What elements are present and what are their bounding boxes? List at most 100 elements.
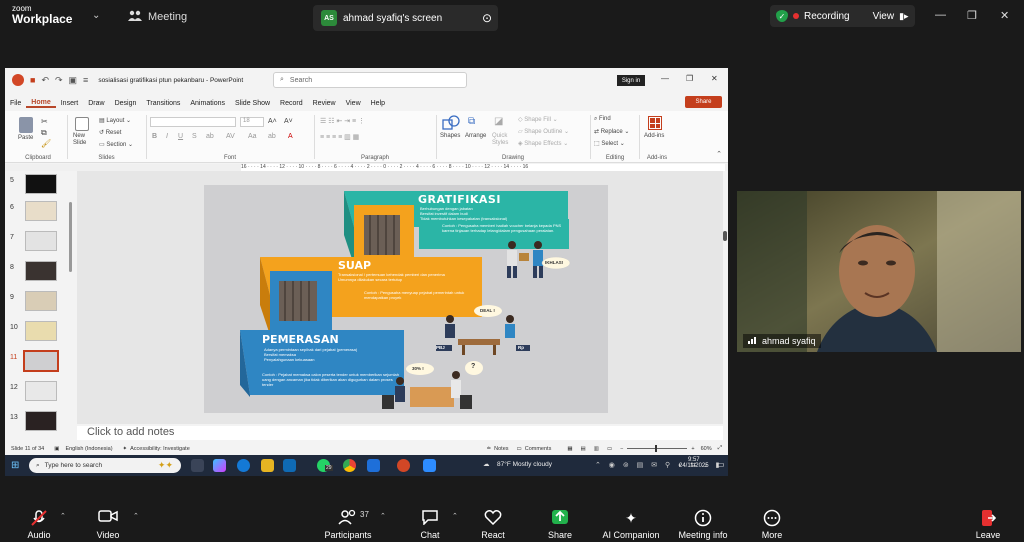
slide-thumbnail[interactable]	[25, 291, 57, 311]
participants-options-icon[interactable]: ⌃	[380, 512, 386, 520]
tab-design[interactable]: Design	[110, 100, 142, 107]
slide-infographic[interactable]: GRATIFIKASI Berhubungan dengan jabatan B…	[204, 185, 608, 413]
sign-in-button[interactable]: Sign in	[617, 75, 645, 86]
taskbar-search[interactable]: ⌕ Type here to search ✦✦	[29, 458, 181, 473]
replace-button[interactable]: ⇄ Replace ⌄	[594, 128, 629, 135]
restore-icon[interactable]: ❐	[686, 74, 693, 83]
reading-view-icon[interactable]: ▥	[594, 446, 599, 452]
minimize-icon[interactable]: —	[661, 74, 669, 83]
tab-slide-show[interactable]: Slide Show	[230, 100, 275, 107]
thumbnail-scrollbar[interactable]	[69, 202, 72, 272]
word-icon[interactable]	[367, 459, 380, 472]
language-status[interactable]: English (Indonesia)	[65, 446, 112, 452]
zoom-slider[interactable]	[627, 445, 688, 452]
highlight-icon[interactable]: ab	[268, 133, 276, 140]
layout-button[interactable]: ▤ Layout ⌄	[99, 117, 131, 124]
close-icon[interactable]: ✕	[1000, 9, 1009, 22]
select-button[interactable]: ⬚ Select ⌄	[594, 140, 625, 147]
fit-slide-icon[interactable]: ⤢	[718, 445, 722, 452]
addins-icon[interactable]	[648, 116, 662, 130]
scroll-thumb[interactable]	[723, 231, 727, 241]
save-icon[interactable]: ■	[30, 75, 35, 85]
shapes-icon[interactable]	[442, 115, 460, 133]
paste-icon[interactable]	[19, 117, 33, 133]
new-slide-label[interactable]: New Slide	[73, 133, 95, 147]
more-options-icon[interactable]: ⊙	[482, 11, 492, 25]
participant-video[interactable]: ahmad syafiq	[737, 191, 1021, 352]
reset-button[interactable]: ↺ Reset	[99, 129, 121, 136]
align-icons[interactable]: ≡ ≡ ≡ ≡ ▥ ▦	[320, 133, 359, 141]
shape-fill-button[interactable]: ◇ Shape Fill ⌄	[518, 116, 558, 123]
sorter-view-icon[interactable]: ▤	[581, 446, 586, 452]
bullets-icon[interactable]: ☰ ☷ ⇤ ⇥ ≡ ⋮	[320, 117, 365, 125]
minimize-icon[interactable]: —	[935, 9, 946, 21]
shapes-label[interactable]: Shapes	[440, 133, 460, 139]
font-size-field[interactable]: 18	[240, 117, 264, 127]
file-explorer-icon[interactable]	[261, 459, 274, 472]
view-button[interactable]: View	[873, 11, 895, 22]
taskbar-clock[interactable]: 9:57 24/11/2025	[679, 457, 709, 469]
strike-icon[interactable]: ab	[206, 133, 214, 140]
shrink-font-icon[interactable]: A˅	[284, 118, 293, 125]
tab-transitions[interactable]: Transitions	[141, 100, 185, 107]
audio-options-icon[interactable]: ⌃	[60, 512, 66, 520]
chevron-down-icon[interactable]: ⌄	[92, 10, 100, 21]
participants-button[interactable]: Participants	[313, 509, 383, 540]
new-slide-icon[interactable]	[75, 117, 89, 131]
video-options-icon[interactable]: ⌃	[133, 512, 139, 520]
notes-pane[interactable]: Click to add notes	[77, 426, 723, 440]
slide-thumbnail[interactable]	[25, 321, 57, 341]
task-view-icon[interactable]	[191, 459, 204, 472]
grow-font-icon[interactable]: A˄	[268, 118, 277, 125]
spellcheck-icon[interactable]: ▣	[54, 446, 59, 452]
addins-button-label[interactable]: Add-ins	[644, 133, 664, 139]
screen-share-tab[interactable]: AS ahmad syafiq's screen ⊙	[313, 5, 498, 31]
tab-help[interactable]: Help	[366, 100, 390, 107]
tab-record[interactable]: Record	[275, 100, 308, 107]
tab-review[interactable]: Review	[308, 100, 341, 107]
slideshow-view-icon[interactable]: ▭	[607, 446, 612, 452]
format-painter-icon[interactable]: 🖌	[41, 139, 51, 148]
restore-icon[interactable]: ❐	[967, 9, 977, 22]
customize-icon[interactable]: ≡	[83, 75, 88, 85]
slide-thumbnail[interactable]	[25, 174, 57, 194]
tab-file[interactable]: File	[5, 100, 26, 107]
spacing-icon[interactable]: AV	[226, 133, 235, 140]
powerpoint-taskbar-icon[interactable]	[397, 459, 410, 472]
underline-icon[interactable]: U	[178, 133, 183, 140]
undo-icon[interactable]: ↶	[41, 75, 49, 86]
notification-icon[interactable]: ▭	[717, 460, 725, 469]
font-name-field[interactable]	[150, 117, 236, 127]
shape-effects-button[interactable]: ◈ Shape Effects ⌄	[518, 140, 568, 147]
copilot-icon[interactable]	[213, 459, 226, 472]
copy-icon[interactable]: ⧉	[41, 128, 47, 138]
recording-status[interactable]: ✓ Recording View ▮▸	[770, 5, 915, 27]
bold-icon[interactable]: B	[152, 133, 157, 140]
quick-styles-label[interactable]: Quick Styles	[492, 133, 514, 147]
paste-label[interactable]: Paste	[18, 135, 33, 141]
redo-icon[interactable]: ↷	[55, 75, 63, 86]
arrange-icon[interactable]: ⧉	[468, 116, 475, 127]
chat-options-icon[interactable]: ⌃	[452, 512, 458, 520]
slide-thumbnails[interactable]: 5 6 7 8 9 10 11 12 13	[5, 171, 73, 440]
more-button[interactable]: More	[737, 509, 807, 540]
italic-icon[interactable]: I	[166, 133, 168, 140]
present-icon[interactable]: ▣	[69, 75, 78, 86]
comments-toggle[interactable]: Comments	[525, 446, 552, 452]
tab-view[interactable]: View	[341, 100, 366, 107]
accessibility-status[interactable]: Accessibility: Investigate	[130, 446, 190, 452]
arrange-label[interactable]: Arrange	[465, 133, 486, 139]
ppt-search-box[interactable]: ⌕ Search	[273, 72, 467, 88]
meeting-info-button[interactable]: Meeting info	[668, 509, 738, 540]
react-button[interactable]: React	[458, 509, 528, 540]
slide-thumbnail-active[interactable]	[23, 350, 59, 372]
store-icon[interactable]	[283, 459, 296, 472]
tab-insert[interactable]: Insert	[56, 100, 84, 107]
edge-icon[interactable]	[237, 459, 250, 472]
chrome-icon[interactable]	[343, 459, 356, 472]
tab-animations[interactable]: Animations	[185, 100, 230, 107]
share-screen-button[interactable]: Share	[525, 509, 595, 540]
close-icon[interactable]: ✕	[711, 74, 718, 83]
shape-outline-button[interactable]: ▱ Shape Outline ⌄	[518, 128, 569, 135]
shadow-icon[interactable]: S	[192, 133, 197, 140]
